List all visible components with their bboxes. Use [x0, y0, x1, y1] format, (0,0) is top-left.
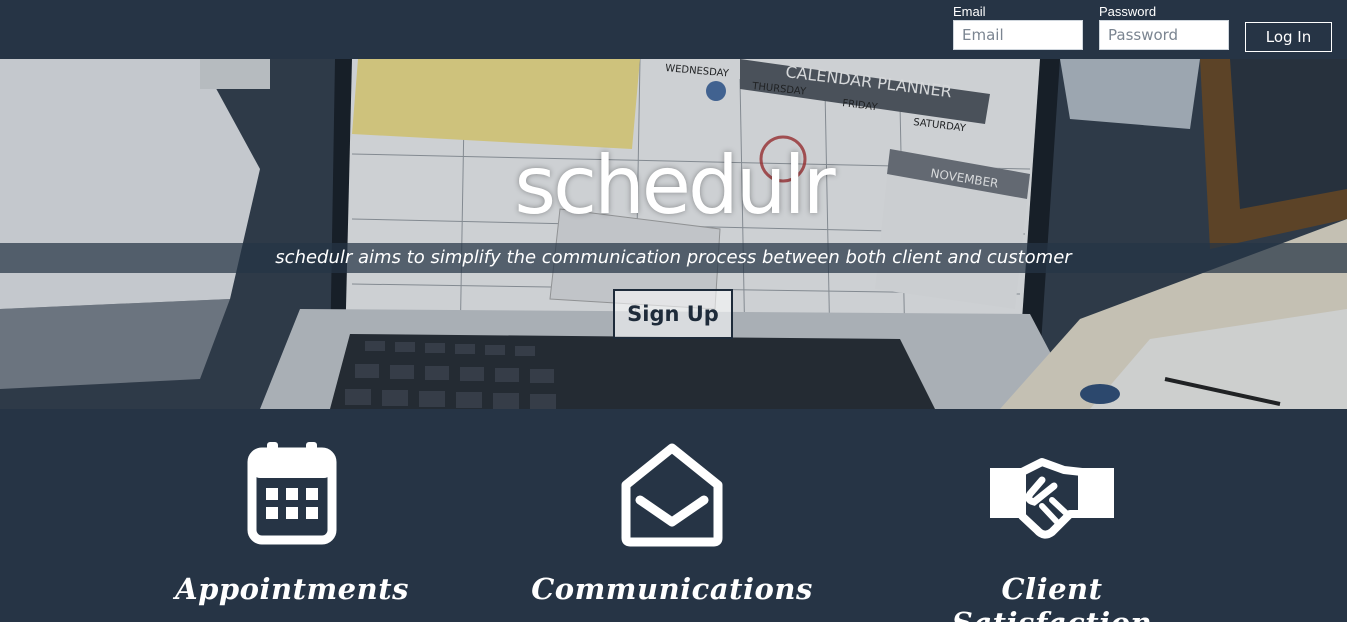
login-button[interactable]: Log In	[1245, 22, 1332, 52]
feature-communications: Communications	[522, 440, 822, 606]
password-label: Password	[1099, 4, 1157, 19]
password-input[interactable]	[1099, 20, 1229, 50]
hero-tagline: schedulr aims to simplify the communicat…	[275, 247, 1072, 268]
top-bar: Email Password Log In	[0, 0, 1347, 59]
password-field-group: Password	[1099, 3, 1229, 50]
signup-button[interactable]: Sign Up	[613, 289, 733, 339]
feature-title-communications: Communications	[531, 572, 813, 606]
hero-background-image: CALENDAR PLANNER WEDNESDAY THURSDAY FRID…	[0, 59, 1347, 409]
feature-title-appointments: Appointments	[175, 572, 409, 606]
feature-appointments: Appointments	[142, 440, 442, 606]
feature-client-satisfaction: Client Satisfaction	[902, 440, 1202, 622]
email-field-group: Email	[953, 3, 1083, 50]
envelope-open-icon	[621, 443, 723, 547]
hero-title: schedulr	[514, 139, 835, 232]
handshake-icon	[990, 458, 1114, 539]
feature-title-client-satisfaction: Client Satisfaction	[952, 572, 1152, 622]
hero-section: CALENDAR PLANNER WEDNESDAY THURSDAY FRID…	[0, 59, 1347, 409]
email-input[interactable]	[953, 20, 1083, 50]
email-label: Email	[953, 4, 986, 19]
calendar-icon	[247, 442, 337, 545]
